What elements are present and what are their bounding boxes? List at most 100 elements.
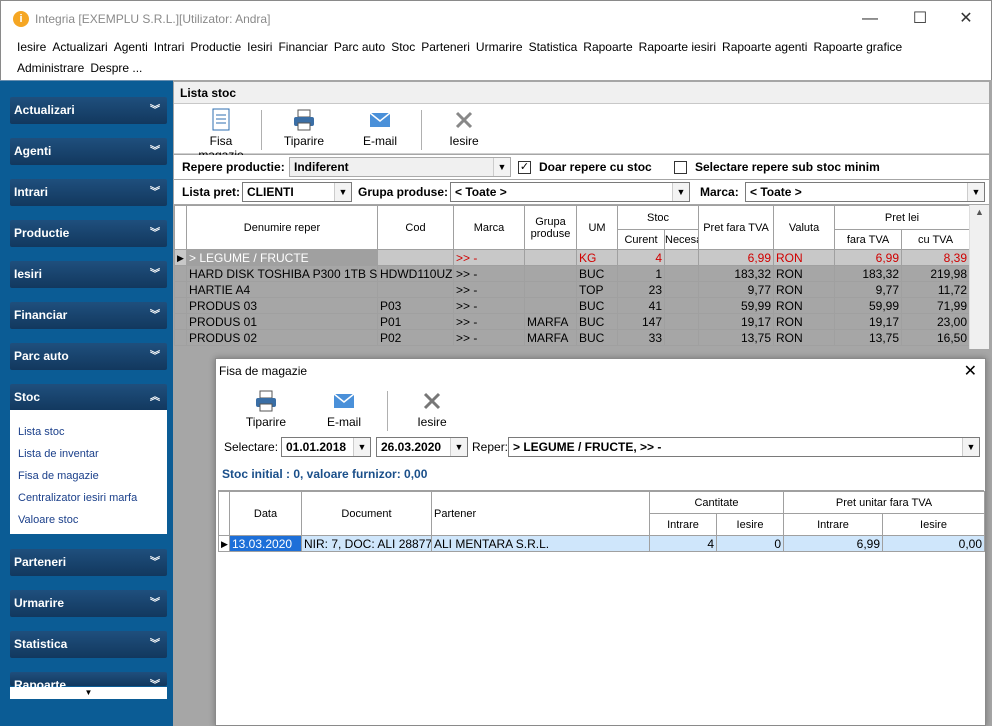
col-pret-iesire[interactable]: Iesire xyxy=(881,513,986,536)
col-grupa[interactable]: Grupa produse xyxy=(524,205,577,250)
cell-necesar[interactable] xyxy=(663,265,700,282)
sidebar-link-fisa-magazie[interactable]: Fisa de magazie xyxy=(18,470,99,482)
cell-valuta[interactable]: RON xyxy=(773,249,836,266)
menu-item-parc-auto[interactable]: Parc auto xyxy=(331,37,388,57)
menu-item-agenti[interactable]: Agenti xyxy=(111,37,151,57)
col-pret-intrare[interactable]: Intrare xyxy=(783,513,883,536)
dialog-close-icon[interactable]: ✕ xyxy=(964,361,977,381)
cell-marca[interactable]: >> - xyxy=(453,281,525,298)
cell-cod[interactable] xyxy=(377,281,454,298)
cell-curent[interactable]: 147 xyxy=(617,313,665,330)
cell-valuta[interactable]: RON xyxy=(773,297,836,314)
cell-curent[interactable]: 23 xyxy=(617,281,665,298)
cell-curent[interactable]: 33 xyxy=(617,329,665,346)
cell-pret-intrare[interactable]: 6,99 xyxy=(783,535,883,552)
cell-curent[interactable]: 4 xyxy=(617,249,665,266)
cell-document[interactable]: NIR: 7, DOC: ALI 28877344 xyxy=(301,535,432,552)
email-button[interactable]: E-mail xyxy=(358,108,402,148)
cell-grupa[interactable] xyxy=(524,297,577,314)
cell-den[interactable]: HARD DISK TOSHIBA P300 1TB SATA3 xyxy=(186,265,378,282)
menu-item-rapoarte-agenti[interactable]: Rapoarte agenti xyxy=(719,37,810,57)
cell-cu[interactable]: 71,99 xyxy=(901,297,971,314)
grupa-produse-select[interactable]: < Toate > ▼ xyxy=(450,182,690,202)
col-marca[interactable]: Marca xyxy=(453,205,525,250)
cell-cu[interactable]: 23,00 xyxy=(901,313,971,330)
lista-pret-select[interactable]: CLIENTI ▼ xyxy=(242,182,352,202)
minimize-button[interactable]: — xyxy=(853,7,887,31)
cell-um[interactable]: KG xyxy=(576,249,618,266)
iesire-button[interactable]: Iesire xyxy=(444,108,484,148)
repere-select[interactable]: Indiferent ▼ xyxy=(289,157,511,177)
cell-pret[interactable]: 59,99 xyxy=(698,297,775,314)
table-row[interactable]: HARD DISK TOSHIBA P300 1TB SATA3HDWD110U… xyxy=(174,265,971,282)
cell-um[interactable]: BUC xyxy=(576,313,618,330)
date-to-picker[interactable]: 26.03.2020 ▼ xyxy=(376,437,468,457)
stock-grid-scrollbar[interactable]: ▲ xyxy=(969,205,989,349)
cell-um[interactable]: TOP xyxy=(576,281,618,298)
menu-item-intrari[interactable]: Intrari xyxy=(151,37,188,57)
date-from-picker[interactable]: 01.01.2018 ▼ xyxy=(281,437,371,457)
col-curent[interactable]: Curent xyxy=(617,229,665,250)
cell-cu[interactable]: 8,39 xyxy=(901,249,971,266)
cell-curent[interactable]: 41 xyxy=(617,297,665,314)
cell-den[interactable]: HARTIE A4 xyxy=(186,281,378,298)
cell-grupa[interactable]: MARFA xyxy=(524,313,577,330)
table-row[interactable]: ▶ > LEGUME / FRUCTE >> - KG 4 6,99 RON 6,99 8,39 xyxy=(174,249,971,266)
sidebar-link-lista-stoc[interactable]: Lista stoc xyxy=(18,426,64,438)
cell-cod[interactable] xyxy=(377,249,454,266)
cell-necesar[interactable] xyxy=(663,249,700,266)
cell-cu[interactable]: 219,98 xyxy=(901,265,971,282)
menu-item-urmarire[interactable]: Urmarire xyxy=(473,37,526,57)
sidebar-scroll-down-icon[interactable]: ▼ xyxy=(10,687,167,699)
cell-marca[interactable]: >> - xyxy=(453,265,525,282)
row-header[interactable] xyxy=(174,329,187,346)
sidebar-section-actualizari[interactable]: Actualizari ︾ xyxy=(10,97,167,124)
cell-cod[interactable]: P01 xyxy=(377,313,454,330)
col-data[interactable]: Data xyxy=(229,491,302,536)
marca-select[interactable]: < Toate > ▼ xyxy=(745,182,985,202)
cell-marca[interactable]: >> - xyxy=(453,249,525,266)
col-cant-intrare[interactable]: Intrare xyxy=(649,513,717,536)
sidebar-link-lista-inventar[interactable]: Lista de inventar xyxy=(18,448,99,460)
cell-pret[interactable]: 9,77 xyxy=(698,281,775,298)
cell-um[interactable]: BUC xyxy=(576,329,618,346)
col-denumire[interactable]: Denumire reper xyxy=(186,205,378,250)
cell-fara[interactable]: 19,17 xyxy=(834,313,903,330)
cell-cant-iesire[interactable]: 0 xyxy=(716,535,784,552)
cell-marca[interactable]: >> - xyxy=(453,297,525,314)
menu-item-stoc[interactable]: Stoc xyxy=(388,37,418,57)
cell-fara[interactable]: 59,99 xyxy=(834,297,903,314)
cell-fara[interactable]: 13,75 xyxy=(834,329,903,346)
sidebar-section-stoc[interactable]: Stoc ︽ xyxy=(10,384,167,411)
cell-data[interactable]: 13.03.2020 xyxy=(229,535,302,552)
cell-grupa[interactable] xyxy=(524,265,577,282)
cell-curent[interactable]: 1 xyxy=(617,265,665,282)
sidebar-section-financiar[interactable]: Financiar ︾ xyxy=(10,302,167,329)
dialog-tiparire-button[interactable]: Tiparire xyxy=(240,389,292,429)
cell-necesar[interactable] xyxy=(663,329,700,346)
table-row[interactable]: PRODUS 01 P01 >> - MARFA BUC 147 19,17 RON 19,17… xyxy=(174,313,971,330)
cell-valuta[interactable]: RON xyxy=(773,329,836,346)
scroll-up-icon[interactable]: ▲ xyxy=(970,207,989,217)
cell-grupa[interactable]: MARFA xyxy=(524,329,577,346)
menu-item-iesiri[interactable]: Iesiri xyxy=(244,37,275,57)
menu-item-administrare[interactable]: Administrare xyxy=(14,58,87,78)
sidebar-section-productie[interactable]: Productie ︾ xyxy=(10,220,167,247)
menu-item-iesire[interactable]: Iesire xyxy=(14,37,49,57)
maximize-button[interactable]: ☐ xyxy=(903,7,937,31)
row-pointer-icon[interactable]: ▶ xyxy=(174,249,187,266)
cell-um[interactable]: BUC xyxy=(576,265,618,282)
cell-marca[interactable]: >> - xyxy=(453,329,525,346)
col-cod[interactable]: Cod xyxy=(377,205,454,250)
tiparire-button[interactable]: Tiparire xyxy=(276,108,332,148)
cell-pret[interactable]: 13,75 xyxy=(698,329,775,346)
cell-cant-intrare[interactable]: 4 xyxy=(649,535,717,552)
cell-necesar[interactable] xyxy=(663,281,700,298)
cell-um[interactable]: BUC xyxy=(576,297,618,314)
cell-partener[interactable]: ALI MENTARA S.R.L. xyxy=(431,535,650,552)
cell-pret[interactable]: 19,17 xyxy=(698,313,775,330)
cell-grupa[interactable] xyxy=(524,281,577,298)
selectare-sub-stoc-checkbox[interactable] xyxy=(674,161,687,174)
col-um[interactable]: UM xyxy=(576,205,618,250)
cell-cod[interactable]: HDWD110UZSVA xyxy=(377,265,454,282)
